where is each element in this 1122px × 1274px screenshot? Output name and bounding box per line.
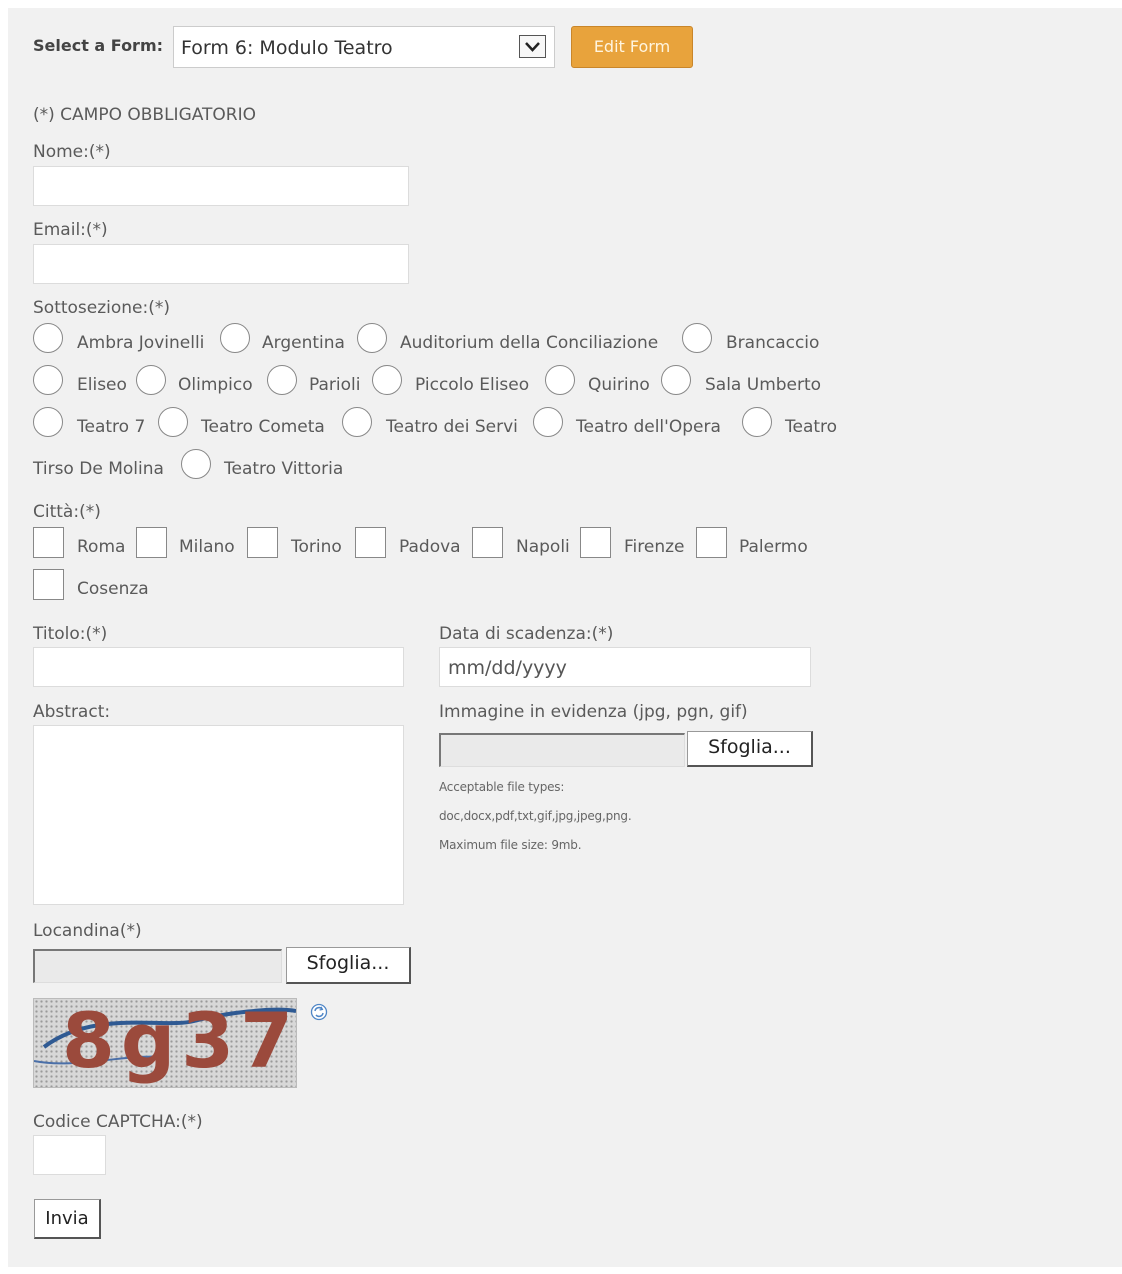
option-label: Piccolo Eliseo (415, 375, 530, 395)
radio-sala-umberto[interactable] (661, 365, 691, 395)
option-label: Teatro Cometa (201, 417, 325, 437)
radio-quirino[interactable] (545, 365, 575, 395)
option-label: Cosenza (77, 579, 149, 599)
max-file-size: Maximum file size: 9mb. (439, 838, 582, 852)
radio-teatro-vittoria[interactable] (181, 449, 211, 479)
option-label: Auditorium della Conciliazione (400, 333, 659, 353)
option-label: Quirino (588, 375, 650, 395)
checkbox-firenze[interactable] (580, 527, 611, 558)
captcha-image: 8g37 (33, 998, 297, 1088)
file-types-list: doc,docx,pdf,txt,gif,jpg,jpeg,png. (439, 809, 632, 823)
radio-teatro-dell-opera[interactable] (533, 407, 563, 437)
option-label: Brancaccio (726, 333, 820, 353)
option-label: Olimpico (178, 375, 253, 395)
form-panel: Select a Form: Form 6: Modulo Teatro Edi… (8, 8, 1122, 1267)
date-input[interactable]: mm/dd/yyyy (439, 647, 811, 687)
email-label: Email:(*) (33, 220, 108, 240)
option-label: Teatro (785, 417, 838, 437)
locandina-browse-button[interactable]: Sfoglia... (286, 947, 411, 984)
immagine-browse-button[interactable]: Sfoglia... (687, 731, 813, 767)
select-form-label: Select a Form: (33, 36, 164, 55)
option-label: Teatro dei Servi (386, 417, 518, 437)
checkbox-cosenza[interactable] (33, 569, 64, 600)
checkbox-torino[interactable] (247, 527, 278, 558)
checkbox-napoli[interactable] (472, 527, 503, 558)
sottosezione-label: Sottosezione:(*) (33, 298, 171, 318)
immagine-label: Immagine in evidenza (jpg, pgn, gif) (439, 702, 748, 722)
nome-label: Nome:(*) (33, 142, 111, 162)
radio-teatro-cometa[interactable] (158, 407, 188, 437)
nome-input[interactable] (33, 166, 409, 206)
data-scadenza-label: Data di scadenza:(*) (439, 624, 614, 644)
abstract-label: Abstract: (33, 702, 111, 722)
edit-form-button[interactable]: Edit Form (571, 26, 693, 68)
option-label: Parioli (309, 375, 361, 395)
radio-ambra-jovinelli[interactable] (33, 323, 63, 353)
radio-auditorium[interactable] (357, 323, 387, 353)
option-label: Milano (179, 537, 235, 557)
option-label: Argentina (262, 333, 345, 353)
form-select-value: Form 6: Modulo Teatro (181, 37, 393, 59)
radio-olimpico[interactable] (136, 365, 166, 395)
checkbox-palermo[interactable] (696, 527, 727, 558)
option-label: Roma (77, 537, 126, 557)
citta-label: Città:(*) (33, 502, 101, 522)
option-label: Padova (399, 537, 461, 557)
submit-button[interactable]: Invia (34, 1199, 101, 1239)
radio-piccolo-eliseo[interactable] (372, 365, 402, 395)
radio-teatro-dei-servi[interactable] (342, 407, 372, 437)
form-select[interactable]: Form 6: Modulo Teatro (173, 26, 555, 68)
option-label: Teatro dell'Opera (576, 417, 721, 437)
option-label: Ambra Jovinelli (77, 333, 205, 353)
immagine-file-path[interactable] (439, 733, 685, 767)
radio-teatro-tirso[interactable] (742, 407, 772, 437)
radio-eliseo[interactable] (33, 365, 63, 395)
locandina-label: Locandina(*) (33, 921, 142, 941)
option-label: Napoli (516, 537, 570, 557)
chevron-down-icon[interactable] (519, 35, 546, 58)
date-placeholder: mm/dd/yyyy (448, 657, 567, 679)
email-input[interactable] (33, 244, 409, 284)
captcha-input[interactable] (33, 1135, 106, 1175)
option-label: Firenze (624, 537, 685, 557)
refresh-captcha-icon[interactable] (310, 1003, 328, 1021)
option-label: Sala Umberto (705, 375, 822, 395)
option-label: Tirso De Molina (33, 459, 164, 479)
checkbox-milano[interactable] (136, 527, 167, 558)
locandina-file-path[interactable] (33, 949, 282, 983)
radio-argentina[interactable] (220, 323, 250, 353)
file-types-label: Acceptable file types: (439, 780, 565, 794)
option-label: Torino (291, 537, 342, 557)
titolo-label: Titolo:(*) (33, 624, 108, 644)
checkbox-roma[interactable] (33, 527, 64, 558)
option-label: Teatro 7 (77, 417, 146, 437)
captcha-text: 8g37 (62, 998, 297, 1085)
option-label: Teatro Vittoria (224, 459, 344, 479)
captcha-label: Codice CAPTCHA:(*) (33, 1112, 203, 1132)
required-note: (*) CAMPO OBBLIGATORIO (33, 105, 257, 125)
checkbox-padova[interactable] (355, 527, 386, 558)
abstract-textarea[interactable] (33, 725, 404, 905)
option-label: Eliseo (77, 375, 127, 395)
radio-brancaccio[interactable] (682, 323, 712, 353)
radio-parioli[interactable] (267, 365, 297, 395)
titolo-input[interactable] (33, 647, 404, 687)
option-label: Palermo (739, 537, 808, 557)
radio-teatro-7[interactable] (33, 407, 63, 437)
